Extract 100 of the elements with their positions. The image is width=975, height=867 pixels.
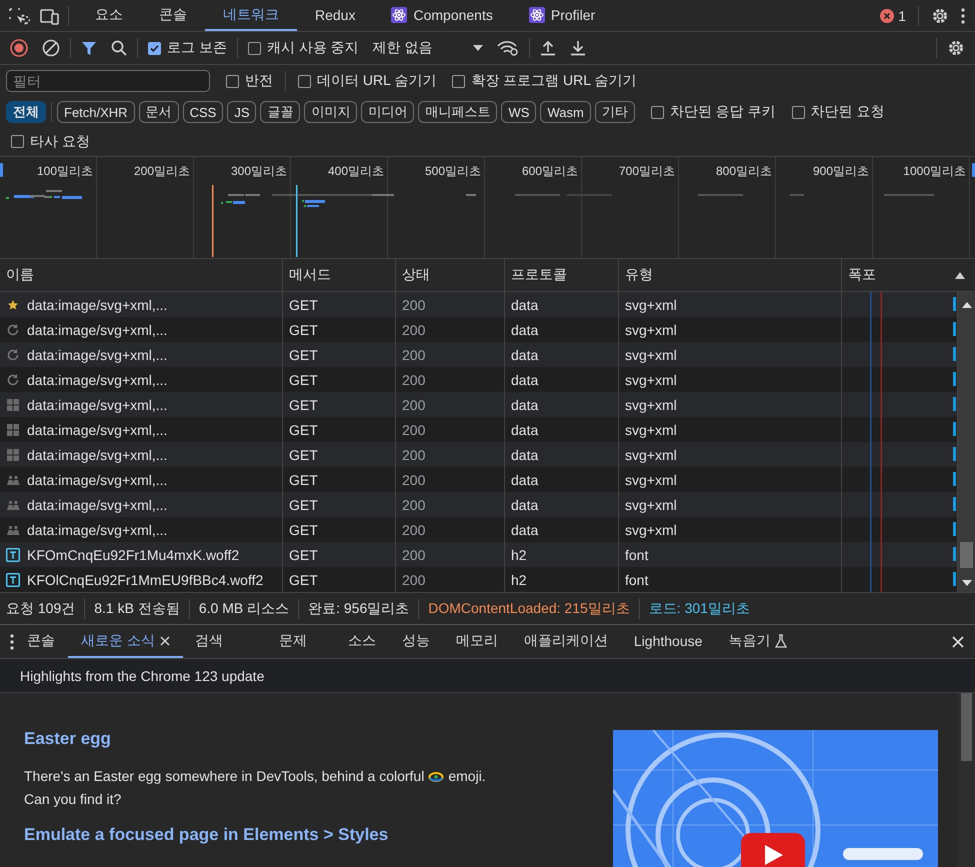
table-row[interactable]: data:image/svg+xml,... GET 200 data svg+xml bbox=[0, 517, 958, 542]
request-name[interactable]: data:image/svg+xml,... bbox=[27, 522, 168, 538]
menu-icon[interactable] bbox=[961, 6, 965, 24]
scrollbar[interactable] bbox=[958, 292, 975, 592]
table-row[interactable]: data:image/svg+xml,... GET 200 data svg+xml bbox=[0, 292, 958, 317]
filter-checkbox[interactable]: 차단된 요청 bbox=[792, 103, 884, 121]
table-row[interactable]: data:image/svg+xml,... GET 200 data svg+xml bbox=[0, 492, 958, 517]
type-filter-button[interactable]: CSS bbox=[182, 101, 224, 123]
menu-icon[interactable] bbox=[10, 634, 14, 650]
request-name[interactable]: data:image/svg+xml,... bbox=[27, 322, 168, 338]
filter-checkbox[interactable]: 차단된 응답 쿠키 bbox=[650, 103, 776, 121]
drawer-tab[interactable]: Lighthouse bbox=[620, 625, 716, 658]
clear-icon[interactable] bbox=[42, 39, 60, 57]
request-name[interactable]: data:image/svg+xml,... bbox=[27, 372, 168, 388]
type-filter-button[interactable]: Wasm bbox=[540, 101, 591, 123]
filter-checkbox[interactable]: 반전 bbox=[226, 72, 273, 90]
panel-tab[interactable]: 콘솔 bbox=[141, 0, 205, 31]
upload-icon[interactable] bbox=[540, 40, 556, 56]
type-filter-button[interactable]: 매니페스트 bbox=[418, 101, 498, 123]
scroll-up-icon[interactable] bbox=[962, 302, 972, 308]
range-handle[interactable] bbox=[0, 163, 3, 177]
filter-icon[interactable] bbox=[81, 40, 97, 56]
device-toolbar-icon[interactable] bbox=[40, 6, 60, 24]
type-filter-button[interactable]: 글꼴 bbox=[260, 101, 300, 123]
close-icon[interactable] bbox=[952, 636, 964, 648]
scrollbar-thumb[interactable] bbox=[961, 693, 972, 761]
column-header[interactable]: 메서드 bbox=[289, 266, 331, 284]
grid-icon bbox=[6, 422, 20, 436]
request-name[interactable]: data:image/svg+xml,... bbox=[27, 346, 168, 362]
table-row[interactable]: KFOlCnqEu92Fr1MmEU9fBBc4.woff2 GET 200 h2 font bbox=[0, 567, 958, 592]
close-icon[interactable] bbox=[160, 636, 170, 646]
search-icon[interactable] bbox=[111, 40, 127, 56]
filter-field[interactable]: 필터 bbox=[6, 70, 210, 92]
scroll-down-icon[interactable] bbox=[962, 580, 972, 586]
drawer-tab[interactable]: 문제 bbox=[250, 625, 335, 658]
column-header[interactable]: 프로토콜 bbox=[511, 266, 567, 284]
table-row[interactable]: data:image/svg+xml,... GET 200 data svg+xml bbox=[0, 367, 958, 392]
drawer-tab[interactable]: 녹음기 bbox=[715, 625, 800, 658]
type-filter-button[interactable]: JS bbox=[227, 101, 256, 123]
column-header[interactable]: 폭포 bbox=[848, 266, 876, 284]
drawer-tab[interactable]: 애플리케이션 bbox=[510, 625, 621, 658]
request-name[interactable]: KFOmCnqEu92Fr1Mu4mxK.woff2 bbox=[27, 546, 240, 562]
status-text: 6.0 MB 리소스 bbox=[198, 600, 290, 618]
settings-icon[interactable] bbox=[931, 6, 949, 24]
drawer-tab[interactable]: 콘솔 bbox=[14, 625, 68, 658]
column-header[interactable]: 상태 bbox=[402, 266, 430, 284]
throttling-dropdown[interactable]: 제한 없음 bbox=[372, 39, 483, 57]
sort-ascending-icon[interactable] bbox=[955, 272, 965, 278]
panel-tab[interactable]: 요소 bbox=[77, 0, 141, 31]
type-filter-button[interactable]: 기타 bbox=[594, 101, 635, 123]
type-filter-button[interactable]: 전체 bbox=[6, 101, 46, 123]
tick-label: 800밀리초 bbox=[716, 163, 772, 180]
table-row[interactable]: data:image/svg+xml,... GET 200 data svg+xml bbox=[0, 442, 958, 467]
table-row[interactable]: data:image/svg+xml,... GET 200 data svg+xml bbox=[0, 342, 958, 367]
request-name[interactable]: KFOlCnqEu92Fr1MmEU9fBBc4.woff2 bbox=[27, 572, 264, 588]
type-filter-button[interactable]: 이미지 bbox=[304, 101, 358, 123]
scrollbar-thumb[interactable] bbox=[960, 542, 973, 568]
table-row[interactable]: KFOmCnqEu92Fr1Mu4mxK.woff2 GET 200 h2 font bbox=[0, 542, 958, 567]
request-name[interactable]: data:image/svg+xml,... bbox=[27, 296, 168, 312]
drawer-tab[interactable]: 소스 bbox=[334, 625, 389, 658]
drawer-tab[interactable]: 성능 bbox=[388, 625, 443, 658]
disable-cache-checkbox[interactable]: 캐시 사용 중지 bbox=[248, 39, 359, 57]
type-filter-button[interactable]: 문서 bbox=[138, 101, 179, 123]
filter-checkbox[interactable]: 타사 요청 bbox=[11, 132, 90, 150]
table-row[interactable]: data:image/svg+xml,... GET 200 data svg+xml bbox=[0, 417, 958, 442]
record-icon[interactable] bbox=[10, 39, 28, 57]
download-icon[interactable] bbox=[570, 40, 586, 56]
paragraph-text: Can you find it? bbox=[24, 790, 122, 809]
type-filter-button[interactable]: WS bbox=[501, 101, 536, 123]
caret-icon bbox=[472, 45, 483, 51]
column-header[interactable]: 유형 bbox=[625, 266, 653, 284]
table-row[interactable]: data:image/svg+xml,... GET 200 data svg+xml bbox=[0, 317, 958, 342]
table-row[interactable]: data:image/svg+xml,... GET 200 data svg+xml bbox=[0, 392, 958, 417]
column-header[interactable]: 이름 bbox=[6, 266, 34, 284]
refresh-icon bbox=[6, 322, 20, 336]
range-handle[interactable] bbox=[972, 163, 975, 177]
panel-tab[interactable]: Components bbox=[373, 0, 511, 31]
scrollbar[interactable] bbox=[958, 693, 975, 867]
request-name[interactable]: data:image/svg+xml,... bbox=[27, 496, 168, 512]
tick-label: 900밀리초 bbox=[812, 163, 869, 180]
type-filter-button[interactable]: 미디어 bbox=[361, 101, 414, 123]
filter-checkbox[interactable]: 확장 프로그램 URL 숨기기 bbox=[452, 72, 636, 90]
request-name[interactable]: data:image/svg+xml,... bbox=[27, 472, 168, 488]
preserve-log-checkbox[interactable]: 로그 보존 bbox=[148, 39, 227, 57]
react-icon bbox=[528, 6, 545, 22]
panel-tab[interactable]: Redux bbox=[297, 0, 374, 31]
drawer-tab[interactable]: 메모리 bbox=[442, 625, 511, 658]
section-heading: Emulate a focused page in Elements > Styles bbox=[24, 825, 390, 845]
panel-tab[interactable]: Profiler bbox=[510, 0, 614, 31]
type-filter-button[interactable]: Fetch/XHR bbox=[57, 101, 135, 123]
paragraph-text: There's an Easter egg somewhere in DevTools, behind a colorful bbox=[24, 768, 424, 784]
request-name[interactable]: data:image/svg+xml,... bbox=[27, 446, 168, 462]
request-name[interactable]: data:image/svg+xml,... bbox=[27, 396, 168, 412]
inspect-icon[interactable] bbox=[8, 6, 30, 24]
drawer-tab[interactable]: 검색 bbox=[182, 625, 251, 658]
settings-icon[interactable] bbox=[947, 39, 965, 57]
network-conditions-icon[interactable] bbox=[496, 40, 519, 56]
request-name[interactable]: data:image/svg+xml,... bbox=[27, 422, 168, 438]
table-row[interactable]: data:image/svg+xml,... GET 200 data svg+xml bbox=[0, 467, 958, 492]
filter-checkbox[interactable]: 데이터 URL 숨기기 bbox=[298, 72, 436, 90]
